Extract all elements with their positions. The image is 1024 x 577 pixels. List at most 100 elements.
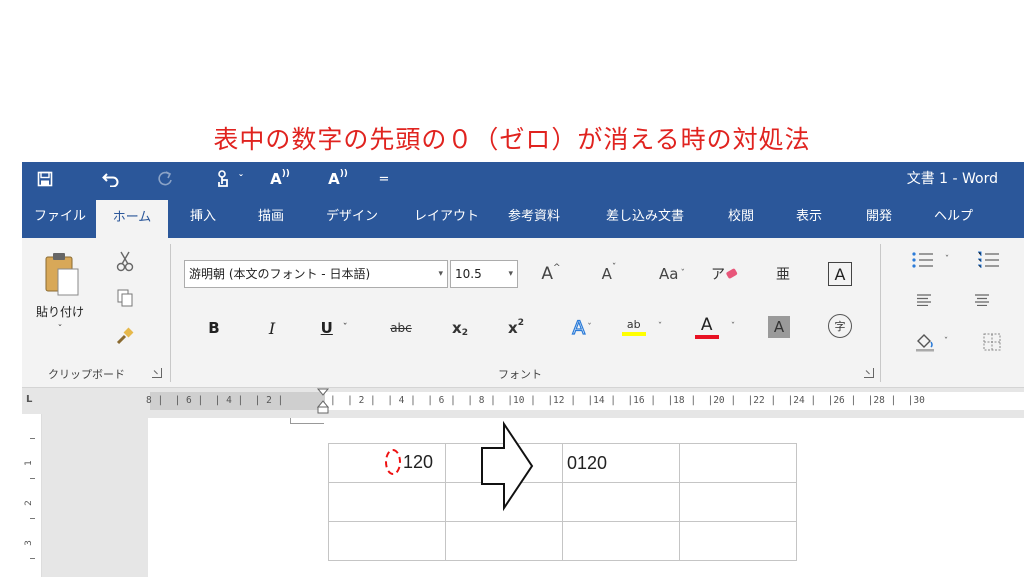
highlight-color-bar (621, 332, 646, 336)
character-shading-button[interactable]: A (768, 316, 790, 338)
table-cell[interactable] (562, 521, 680, 561)
tab-selector-icon[interactable]: L (26, 394, 32, 405)
subscript-label: x (452, 319, 462, 337)
customize-qat-button[interactable]: = (374, 162, 394, 196)
font-launcher-icon[interactable] (864, 368, 874, 378)
read-aloud-button[interactable]: A)) (262, 162, 298, 196)
paragraph-shading-button[interactable]: ˇ (906, 330, 956, 354)
tab-insert[interactable]: 挿入 (190, 196, 216, 238)
horizontal-ruler[interactable]: L 8 | | 6 | | 4 | | 2 | | | 2 | | 4 | | … (22, 388, 1024, 414)
shrink-font-button[interactable]: Aˇ (596, 260, 622, 288)
underline-label: U (320, 319, 333, 337)
paste-label[interactable]: 貼り付け (32, 302, 88, 320)
clear-formatting-label: ア (711, 267, 725, 283)
borders-button[interactable] (980, 330, 1004, 354)
indent-marker-icon[interactable] (316, 388, 330, 414)
superscript-mark: 2 (517, 318, 524, 328)
cell-value-before: 120 (402, 451, 433, 472)
subscript-button[interactable]: x2 (446, 314, 474, 342)
table-cell[interactable] (445, 521, 563, 561)
tab-references[interactable]: 参考資料 (508, 196, 560, 238)
chevron-down-icon: ˇ (944, 255, 950, 265)
read-aloud-button-2[interactable]: A)) (320, 162, 356, 196)
tab-draw[interactable]: 描画 (258, 196, 284, 238)
grow-arrow-icon: ^ (553, 263, 561, 273)
underline-button[interactable]: Uˇ (312, 314, 356, 342)
clipboard-launcher-icon[interactable] (152, 368, 162, 378)
grow-font-button[interactable]: A ^ (538, 260, 564, 288)
tab-file[interactable]: ファイル (34, 196, 86, 238)
align-center-button[interactable] (970, 290, 994, 310)
superscript-button[interactable]: x2 (502, 314, 530, 342)
phonetic-guide-button[interactable]: 亜 (770, 260, 796, 288)
chevron-down-icon: ˇ (730, 322, 736, 332)
title-bar: ˇ A)) A)) = 文書 1 - Word (22, 162, 1024, 196)
table-cell[interactable] (679, 521, 797, 561)
align-left-icon (917, 294, 931, 306)
clear-formatting-button[interactable]: ア (710, 260, 740, 288)
table-cell-after[interactable]: 0120 (562, 443, 680, 483)
subscript-mark: 2 (461, 328, 468, 338)
numbering-button[interactable] (974, 248, 1004, 272)
table-cell[interactable] (679, 482, 797, 522)
character-border-button[interactable]: A (828, 262, 852, 286)
font-color-button[interactable]: A ˇ (688, 310, 742, 344)
tab-layout[interactable]: レイアウト (414, 196, 479, 238)
table-row (328, 482, 797, 522)
table-cell[interactable] (679, 443, 797, 483)
tab-mailings[interactable]: 差し込み文書 (606, 196, 684, 238)
chevron-down-icon: ▾ (438, 269, 443, 279)
text-effects-button[interactable]: Aˇ (560, 314, 604, 342)
change-case-label: Aa (659, 265, 679, 283)
font-size-dropdown[interactable]: 10.5 ▾ (450, 260, 518, 288)
tab-help[interactable]: ヘルプ (934, 196, 973, 238)
tab-home[interactable]: ホーム (96, 200, 168, 238)
font-name-dropdown[interactable]: 游明朝 (本文のフォント - 日本語) ▾ (184, 260, 448, 288)
font-color-label: A (700, 314, 713, 335)
enclose-characters-button[interactable]: 字 (828, 314, 852, 338)
table-cell[interactable] (562, 482, 680, 522)
sound-icon: )) (281, 169, 290, 179)
headline: 表中の数字の先頭の０（ゼロ）が消える時の対処法 (213, 125, 811, 154)
bold-button[interactable]: B (202, 314, 226, 342)
touch-mode-icon[interactable]: ˇ (204, 162, 254, 196)
chevron-down-icon: ˇ (587, 323, 592, 333)
tab-developer[interactable]: 開発 (866, 196, 892, 238)
redo-icon[interactable] (150, 162, 180, 196)
chevron-down-icon: ˇ (680, 269, 685, 279)
vruler-1: 1 (23, 460, 34, 466)
table-row (328, 521, 797, 561)
undo-icon[interactable] (96, 162, 126, 196)
tab-review[interactable]: 校閲 (728, 196, 754, 238)
change-case-button[interactable]: Aa ˇ (650, 260, 694, 288)
table-cell[interactable] (328, 482, 446, 522)
tab-view[interactable]: 表示 (796, 196, 822, 238)
copy-icon[interactable] (114, 286, 136, 310)
table-cell[interactable] (328, 521, 446, 561)
tab-design[interactable]: デザイン (326, 196, 378, 238)
font-group-label: フォント (498, 368, 542, 381)
shrink-font-label: A (601, 265, 612, 283)
vertical-ruler[interactable]: 1 2 3 (22, 414, 42, 577)
chevron-down-icon: ˇ (657, 322, 663, 332)
italic-button[interactable]: I (260, 314, 284, 342)
highlight-label: ab (626, 318, 641, 331)
cut-icon[interactable] (114, 248, 136, 274)
table-cell-before[interactable]: 120 (328, 443, 446, 483)
bullets-icon (912, 252, 933, 268)
paste-icon[interactable] (40, 248, 84, 300)
vruler-3: 3 (23, 540, 34, 546)
touch-mode-caret: ˇ (238, 173, 244, 185)
document-table[interactable]: 120 0120 (328, 443, 797, 561)
highlight-button[interactable]: ab ˇ (616, 310, 668, 344)
font-name-value: 游明朝 (本文のフォント - 日本語) (189, 267, 371, 281)
strikethrough-button[interactable]: abc (384, 314, 418, 342)
chevron-down-icon: ˇ (943, 337, 949, 347)
paint-bucket-icon (915, 334, 934, 352)
save-icon[interactable] (30, 162, 60, 196)
bullets-button[interactable]: ˇ (906, 248, 954, 272)
table-row: 120 0120 (328, 443, 797, 483)
format-painter-icon[interactable] (114, 324, 136, 348)
align-left-button[interactable] (912, 290, 936, 310)
paste-caret[interactable]: ˇ (52, 322, 68, 336)
